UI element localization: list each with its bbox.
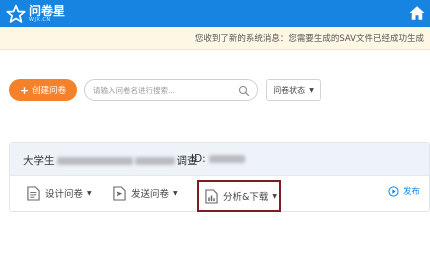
redacted-id xyxy=(208,155,245,163)
brand-subtitle: WJX.CN xyxy=(29,16,51,23)
survey-id: ID: xyxy=(191,153,245,165)
survey-status-label: 问卷状态 xyxy=(273,85,306,95)
send-survey-action[interactable]: 发送问卷 ▼ xyxy=(113,182,178,204)
survey-card: 大学生 调查 ID: 设计问卷 ▼ 发送问卷 ▼ 分析&下载 ▼ 发布 xyxy=(9,142,430,212)
analyze-download-action[interactable]: 分析&下载 ▼ xyxy=(197,180,281,212)
brand-name: 问卷星 xyxy=(29,3,66,18)
redacted-text xyxy=(134,157,175,165)
brand-logo[interactable]: 问卷星 WJX.CN xyxy=(6,2,65,25)
design-survey-label: 设计问卷 xyxy=(45,189,84,200)
plus-icon: + xyxy=(19,83,30,97)
create-survey-button[interactable]: + 创建问卷 xyxy=(9,79,77,101)
play-circle-icon xyxy=(388,185,399,197)
send-survey-label: 发送问卷 xyxy=(131,189,170,200)
system-notice-text[interactable]: 您收到了新的系统消息：您需要生成的SAV文件已经成功生成 xyxy=(195,32,424,44)
caret-down-icon: ▼ xyxy=(173,189,178,197)
caret-down-icon: ▼ xyxy=(272,192,278,200)
document-edit-icon xyxy=(27,185,40,201)
survey-card-header: 大学生 调查 ID: xyxy=(10,143,429,176)
document-send-icon xyxy=(113,185,126,201)
redacted-text xyxy=(56,157,133,165)
create-survey-label: 创建问卷 xyxy=(32,86,67,96)
caret-down-icon: ▼ xyxy=(87,189,92,197)
chart-document-icon xyxy=(205,188,218,204)
caret-down-icon: ▼ xyxy=(309,86,314,94)
analyze-download-label: 分析&下载 xyxy=(223,192,269,203)
publish-label: 发布 xyxy=(402,187,420,197)
search-input[interactable] xyxy=(93,84,233,97)
design-survey-action[interactable]: 设计问卷 ▼ xyxy=(27,182,92,204)
search-icon[interactable] xyxy=(238,85,250,97)
survey-status-dropdown[interactable]: 问卷状态 ▼ xyxy=(266,79,321,101)
system-notice-bar: 您收到了新的系统消息：您需要生成的SAV文件已经成功生成 xyxy=(0,27,430,50)
survey-title-prefix: 大学生 xyxy=(23,155,55,167)
top-bar: 问卷星 WJX.CN xyxy=(0,0,430,27)
survey-title[interactable]: 大学生 调查 xyxy=(23,153,198,168)
star-icon xyxy=(6,4,26,23)
survey-id-label: ID: xyxy=(191,153,206,165)
home-icon[interactable] xyxy=(408,4,426,22)
publish-button[interactable]: 发布 xyxy=(388,185,420,197)
search-box xyxy=(84,79,258,101)
